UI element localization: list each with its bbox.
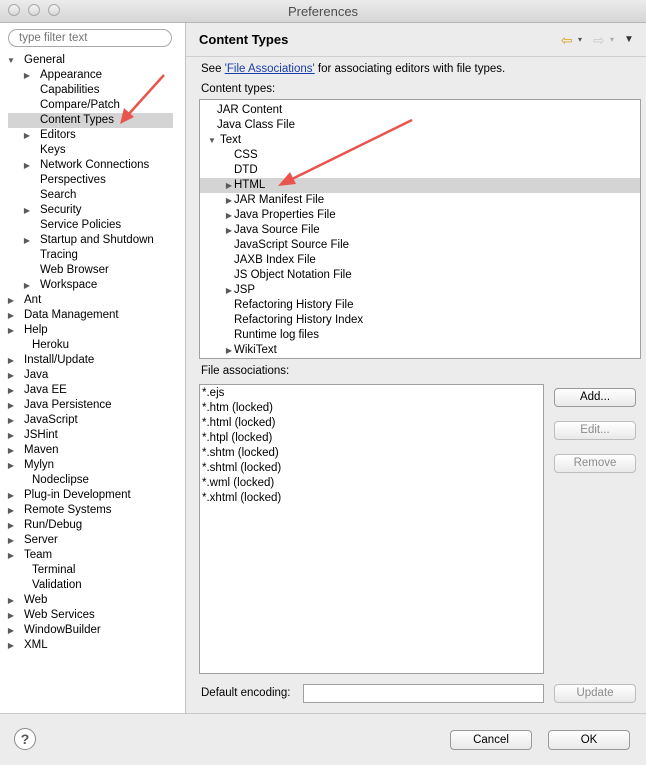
arrow-to-html (278, 118, 413, 186)
arrow-to-content-types (120, 74, 165, 124)
annotation-arrows (120, 74, 413, 186)
